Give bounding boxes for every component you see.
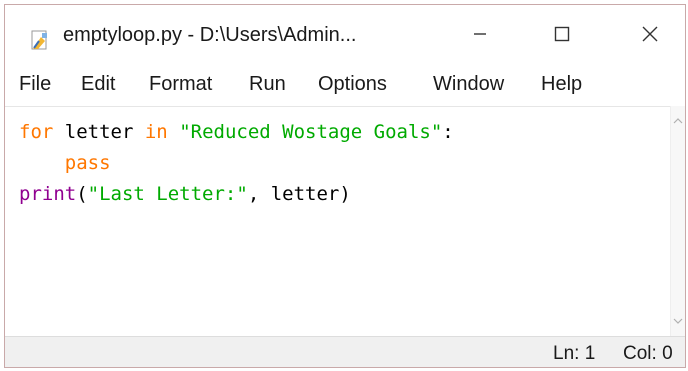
menu-bar: File Edit Format Run Options Window Help xyxy=(5,67,685,103)
scroll-down-icon[interactable] xyxy=(673,312,683,330)
menu-options[interactable]: Options xyxy=(318,73,387,96)
menu-edit[interactable]: Edit xyxy=(81,73,115,96)
title-bar[interactable]: emptyloop.py - D:\Users\Admin... xyxy=(5,5,685,63)
code-text: ( xyxy=(76,183,88,205)
close-button[interactable] xyxy=(623,13,677,59)
code-line-2: pass xyxy=(19,152,111,174)
maximize-icon xyxy=(552,24,572,49)
code-text: letter xyxy=(53,121,145,143)
status-bar: Ln: 1 Col: 0 xyxy=(5,336,685,367)
column-indicator: Col: 0 xyxy=(623,343,673,364)
menu-window[interactable]: Window xyxy=(433,73,504,96)
keyword-pass: pass xyxy=(64,152,111,174)
maximize-button[interactable] xyxy=(535,13,589,59)
scroll-up-icon[interactable] xyxy=(673,112,683,130)
code-text: , letter) xyxy=(247,183,351,205)
minimize-icon xyxy=(470,24,490,49)
builtin-print: print xyxy=(19,183,77,205)
keyword-for: for xyxy=(19,121,54,143)
string-literal: "Reduced Wostage Goals" xyxy=(179,121,443,143)
idle-editor-window: emptyloop.py - D:\Users\Admin... File Ed… xyxy=(4,4,686,368)
code-line-3: print("Last Letter:", letter) xyxy=(19,183,351,205)
keyword-in: in xyxy=(144,121,168,143)
menu-run[interactable]: Run xyxy=(249,73,286,96)
vertical-scrollbar[interactable] xyxy=(670,106,685,336)
code-editor[interactable]: for letter in "Reduced Wostage Goals": p… xyxy=(5,106,673,337)
minimize-button[interactable] xyxy=(453,13,507,59)
menu-format[interactable]: Format xyxy=(149,73,212,96)
menu-file[interactable]: File xyxy=(19,73,51,96)
window-title: emptyloop.py - D:\Users\Admin... xyxy=(63,24,357,46)
close-icon xyxy=(640,24,660,49)
line-indicator: Ln: 1 xyxy=(553,343,596,364)
idle-file-icon xyxy=(29,29,51,51)
code-text: for letter in "Reduced Wostage Goals": p… xyxy=(19,117,454,210)
menu-help[interactable]: Help xyxy=(541,73,582,96)
string-literal: "Last Letter:" xyxy=(87,183,248,205)
code-line-1: for letter in "Reduced Wostage Goals": xyxy=(19,121,454,143)
code-text: : xyxy=(442,121,454,143)
